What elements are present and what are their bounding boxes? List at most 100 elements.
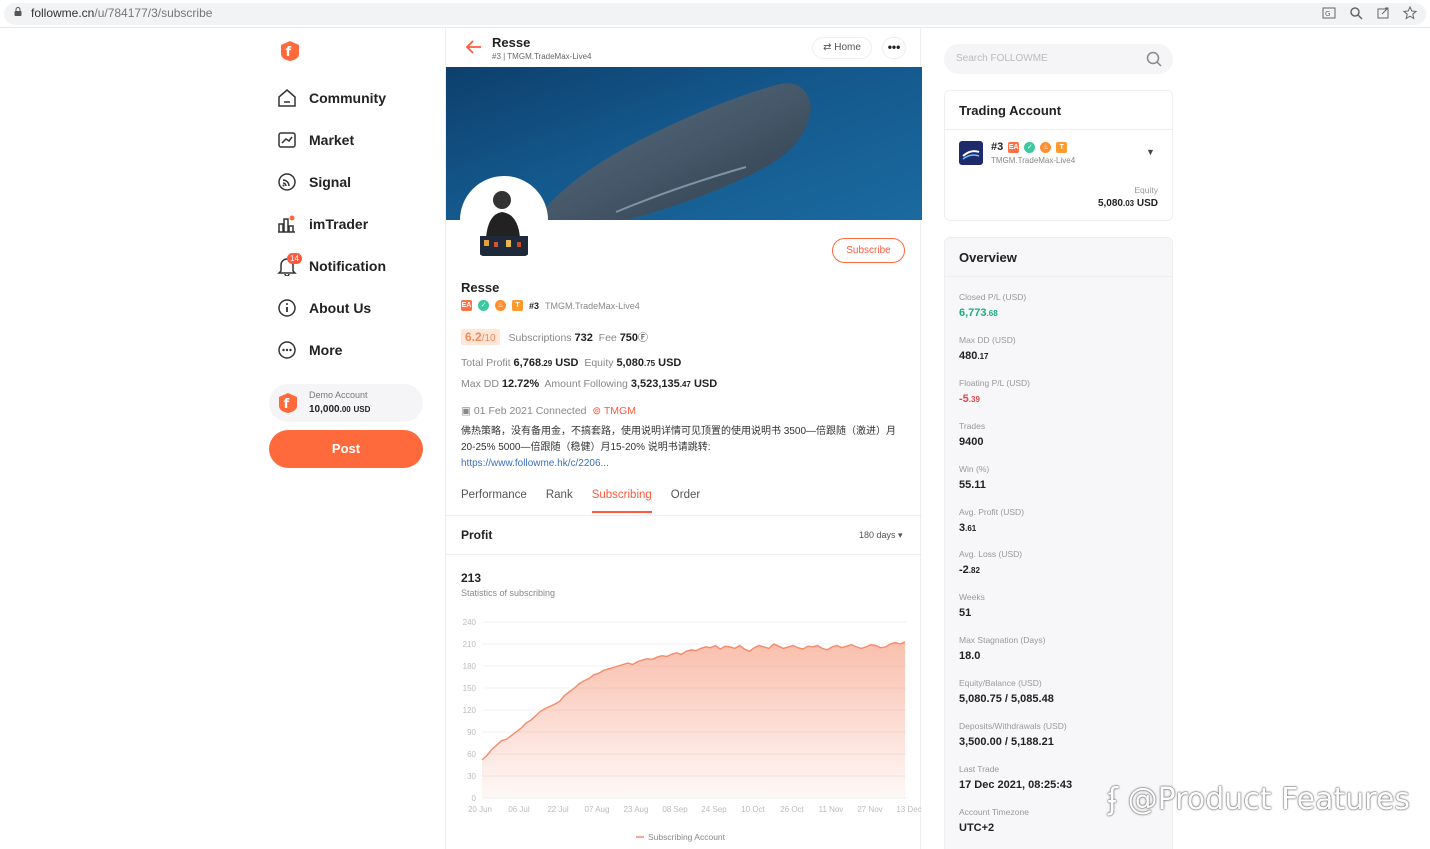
sidebar-item-community[interactable]: Community — [277, 83, 386, 113]
star-icon[interactable] — [1403, 6, 1417, 20]
tab-performance[interactable]: Performance — [461, 489, 527, 513]
overview-item-value: 3.61 — [959, 522, 1024, 534]
back-arrow-icon[interactable] — [466, 40, 482, 54]
range-value: 180 days — [859, 530, 896, 540]
tab-rank[interactable]: Rank — [546, 489, 573, 513]
overview-item-value: UTC+2 — [959, 822, 1029, 834]
profile-tabs: Performance Rank Subscribing Order — [461, 489, 700, 513]
overview-item-label: Account Timezone — [959, 806, 1029, 817]
trading-account-card: Trading Account #3 EA ✓ ♨ T TMGM.TradeMa… — [944, 90, 1173, 221]
overview-value-main: 9400 — [959, 435, 984, 448]
maxdd-row: Max DD 12.72% Amount Following 3,523,135… — [461, 378, 717, 390]
fee-value: 750 — [619, 332, 639, 344]
overview-card: Overview Closed P/L (USD) 6,773.68 Max DD … — [944, 237, 1173, 849]
stat-label: Statistics of subscribing — [461, 588, 556, 598]
more-options-button[interactable]: ••• — [882, 37, 906, 59]
home-button[interactable]: ⇄ Home — [812, 37, 872, 59]
sidebar-item-market[interactable]: Market — [277, 125, 354, 155]
amount-following-dec: .47 — [679, 380, 691, 389]
maxdd-value: 12.72% — [501, 378, 540, 390]
overview-item-value: 17 Dec 2021, 08:25:43 — [959, 779, 1072, 791]
search-input[interactable]: Search FOLLOWME — [944, 44, 1173, 74]
demo-account-card[interactable]: f Demo Account 10,000.00 USD — [269, 384, 423, 422]
amount-following-value: 3,523,135.47 USD — [631, 378, 717, 390]
connected-row: ▣ 01 Feb 2021 Connected ⊚ TMGM — [461, 405, 636, 417]
overview-divider — [945, 276, 1172, 277]
trading-account-tags: #3 EA ✓ ♨ T — [991, 141, 1068, 153]
overview-item-value: 55.11 — [959, 479, 989, 491]
profile-account-number: #3 — [529, 300, 540, 311]
zoom-icon[interactable] — [1349, 6, 1363, 20]
fee-label: Fee — [598, 332, 617, 344]
connected-date: 01 Feb 2021 Connected — [473, 405, 587, 417]
overview-value-dec: .17 — [977, 351, 989, 361]
address-bar[interactable] — [4, 3, 1426, 25]
profile-avatar[interactable] — [460, 176, 548, 264]
y-tick-label: 0 — [472, 794, 477, 803]
svg-text:f: f — [286, 45, 292, 60]
post-button[interactable]: Post — [269, 430, 423, 468]
description-link[interactable]: https://www.followme.hk/c/2206... — [461, 458, 609, 469]
x-tick-label: 13 Dec — [896, 805, 921, 814]
overview-item: Weeks 51 — [959, 592, 985, 619]
overview-value-main: -2 — [959, 564, 969, 577]
overview-value-dec: .68 — [986, 309, 998, 318]
total-profit-dec: .29 — [541, 359, 553, 368]
more-icon — [278, 341, 296, 359]
verified-shield-icon: ✓ — [1024, 141, 1036, 153]
x-tick-label: 23 Aug — [624, 805, 649, 814]
broker-link[interactable]: ⊚ TMGM — [592, 405, 636, 417]
overview-item: Equity/Balance (USD) 5,080.75 / 5,085.48 — [959, 678, 1054, 705]
ea-badge-icon: EA — [461, 300, 472, 311]
overview-item: Deposits/Withdrawals (USD) 3,500.00 / 5,1… — [959, 721, 1067, 748]
profit-row: Total Profit 6,768.29 USD Equity 5,080.7… — [461, 357, 681, 369]
overview-value-main: 51 — [959, 607, 972, 620]
profit-title: Profit — [461, 528, 493, 542]
x-tick-label: 06 Jul — [508, 805, 530, 814]
equity-label: Equity — [1134, 185, 1158, 195]
range-dropdown[interactable]: 180 days ▾ — [859, 530, 903, 541]
score-row: 6.2/10 Subscriptions 732 Fee 750Ⓕ — [461, 329, 648, 345]
x-tick-label: 11 Nov — [819, 805, 844, 814]
translate-icon[interactable]: G — [1322, 6, 1336, 20]
overview-value-dec: .82 — [968, 566, 980, 576]
profit-chart[interactable]: 0 30 60 90 120 150 180 210 240 20 Jun 06 Jul 22 Jul… — [446, 608, 922, 849]
subscribe-button[interactable]: Subscribe — [832, 238, 905, 263]
overview-item-label: Deposits/Withdrawals (USD) — [959, 721, 1067, 731]
followme-logo-icon[interactable]: f — [279, 40, 301, 62]
x-tick-label: 08 Sep — [662, 805, 688, 814]
total-profit-int: 6,768 — [513, 357, 542, 369]
search-icon[interactable] — [1146, 51, 1162, 67]
sidebar-item-signal[interactable]: Signal — [277, 167, 351, 197]
share-icon[interactable] — [1376, 6, 1390, 20]
main-column: Resse #3 | TMGM.TradeMax-Live4 ⇄ Home ••… — [445, 28, 922, 849]
overview-value-dec: .39 — [968, 394, 980, 404]
sidebar-item-about-us[interactable]: About Us — [277, 293, 371, 323]
tab-order[interactable]: Order — [671, 489, 700, 513]
sidebar-item-more[interactable]: More — [277, 335, 342, 365]
trading-account-number: #3 — [991, 141, 1004, 153]
overview-item: Max DD (USD) 480.17 — [959, 335, 1016, 362]
overview-item: Account Timezone UTC+2 — [959, 807, 1029, 834]
tab-subscribing[interactable]: Subscribing — [591, 489, 652, 513]
profit-divider — [446, 554, 922, 555]
overview-value-main: UTC+2 — [959, 821, 995, 834]
account-dropdown-icon[interactable]: ▼ — [1146, 147, 1155, 157]
x-tick-label: 24 Sep — [701, 805, 727, 814]
y-tick-label: 210 — [463, 640, 477, 649]
overview-item-label: Avg. Loss (USD) — [959, 549, 1023, 560]
sidebar-item-imtrader[interactable]: imTrader — [277, 209, 368, 239]
overview-item-label: Equity/Balance (USD) — [959, 678, 1042, 689]
overview-item-label: Avg. Profit (USD) — [959, 506, 1025, 517]
x-tick-label: 27 Nov — [857, 805, 882, 814]
subscriptions-label: Subscriptions — [508, 332, 572, 344]
t-badge-icon: T — [1056, 141, 1068, 153]
url-text[interactable]: followme.cn/u/784177/3/subscribe — [31, 6, 212, 20]
overview-value-main: 55.11 — [959, 478, 986, 491]
left-sidebar: f Community Market Signal imTrader 14 No… — [265, 28, 445, 849]
y-tick-label: 150 — [463, 684, 477, 693]
sidebar-item-notification[interactable]: 14 Notification — [277, 251, 386, 281]
trading-account-server: TMGM.TradeMax-Live4 — [991, 156, 1076, 165]
amount-following-int: 3,523,135 — [630, 378, 680, 390]
fire-icon: ♨ — [495, 300, 506, 311]
